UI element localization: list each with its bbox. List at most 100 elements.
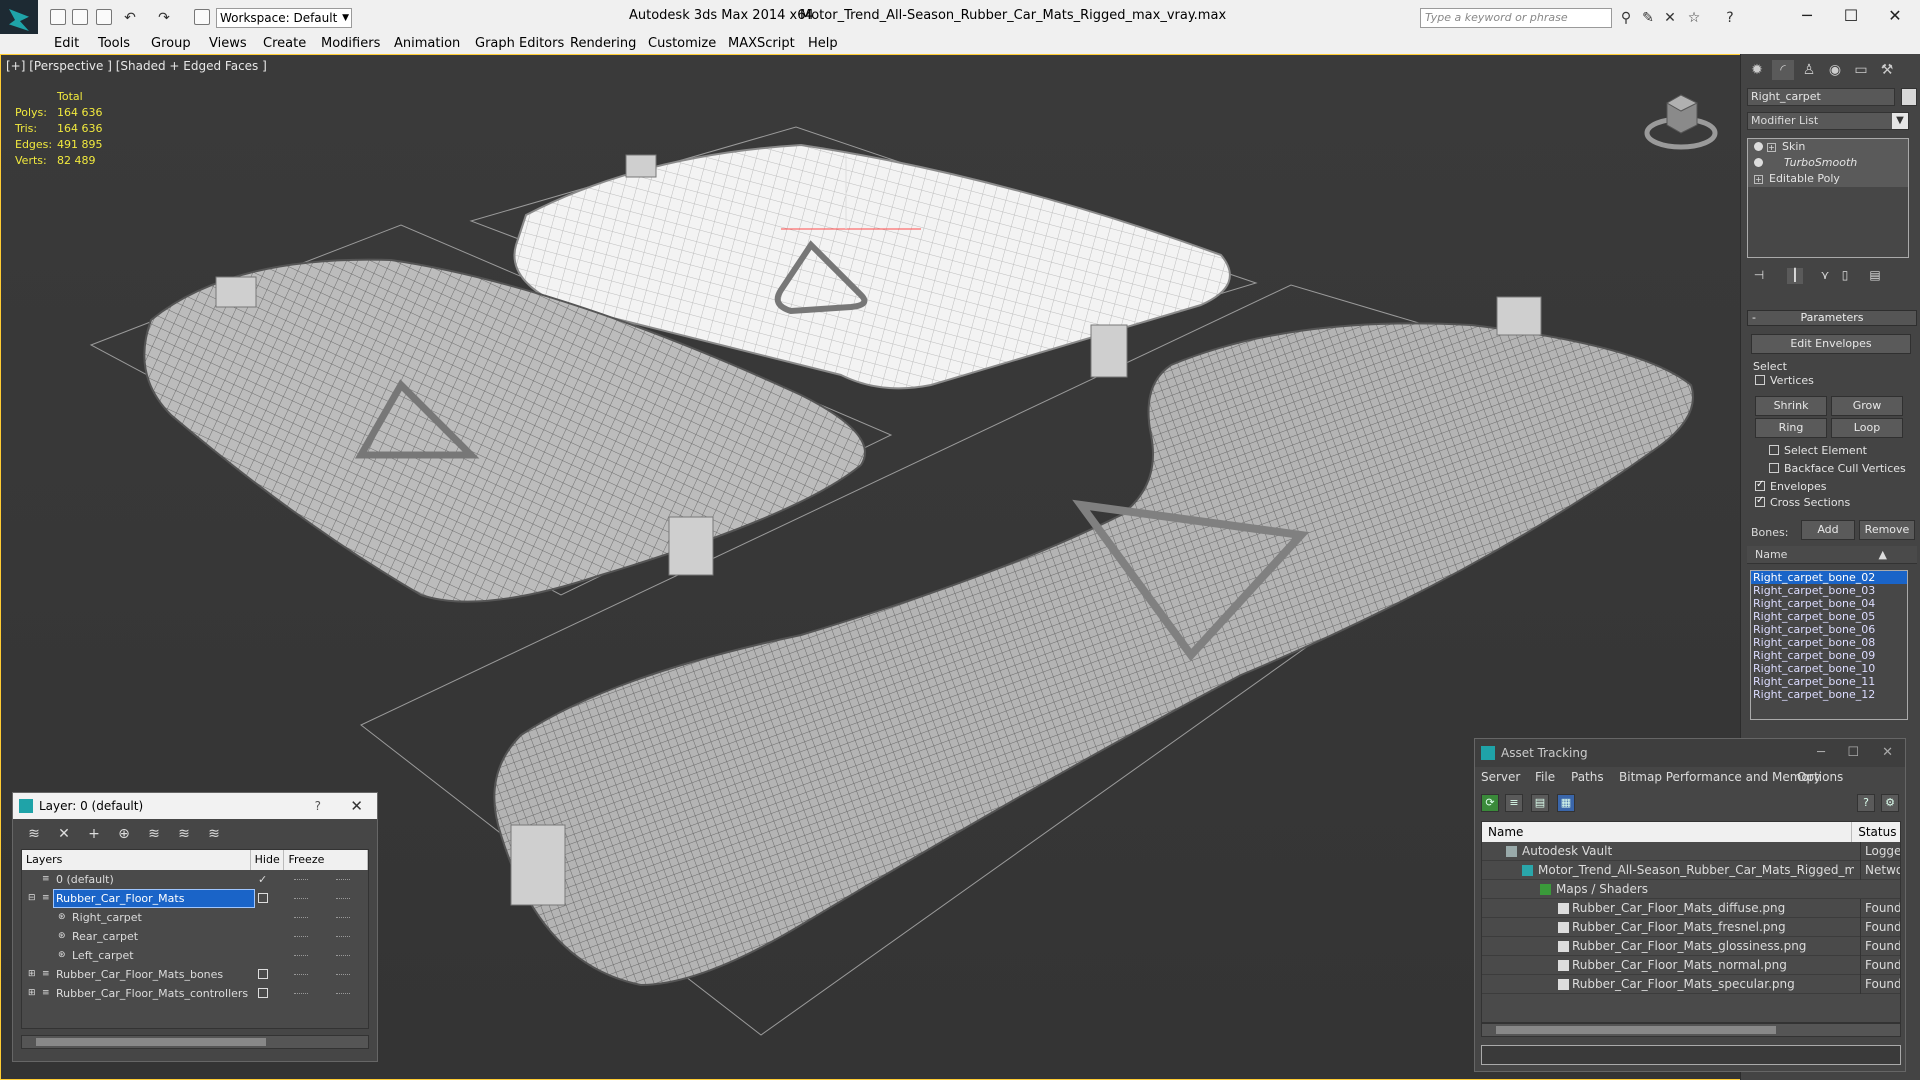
lightbulb-icon[interactable] xyxy=(1754,158,1763,167)
show-end-result-icon[interactable]: ┃ xyxy=(1787,268,1803,284)
freeze-toggle[interactable] xyxy=(336,898,350,899)
bone-item[interactable]: Right_carpet_bone_04 xyxy=(1751,597,1907,610)
checkbox-box[interactable] xyxy=(1755,375,1765,385)
help-icon[interactable]: ? xyxy=(1857,794,1875,812)
expand-icon[interactable]: ⊞ xyxy=(28,969,38,979)
viewport-label[interactable]: [+] [Perspective ] [Shaded + Edged Faces… xyxy=(6,59,267,73)
layer-name[interactable]: Rubber_Car_Floor_Mats xyxy=(53,889,255,908)
help-icon[interactable]: ? xyxy=(1722,10,1738,26)
close-icon[interactable]: ✕ xyxy=(1882,739,1893,767)
bone-item[interactable]: Right_carpet_bone_05 xyxy=(1751,610,1907,623)
close-icon[interactable]: ✕ xyxy=(350,793,363,819)
edit-envelopes-button[interactable]: Edit Envelopes xyxy=(1751,334,1911,354)
cross-sections-checkbox[interactable]: Cross Sections xyxy=(1755,495,1850,509)
binoculars-icon[interactable]: ⚲ xyxy=(1618,10,1634,26)
asset-menu-paths[interactable]: Paths xyxy=(1571,770,1604,784)
list-view-icon[interactable]: ≡ xyxy=(1505,794,1523,812)
object-color-swatch[interactable] xyxy=(1901,88,1917,106)
layer-name[interactable]: Rear_carpet xyxy=(70,928,142,945)
lightbulb-icon[interactable] xyxy=(1754,142,1763,151)
select-objects-icon[interactable]: ⊕ xyxy=(115,825,133,843)
grow-button[interactable]: Grow xyxy=(1831,396,1903,416)
expand-icon[interactable]: ⊞ xyxy=(28,988,38,998)
backface-cull-checkbox[interactable]: Backface Cull Vertices xyxy=(1769,462,1906,475)
modify-tab-icon[interactable]: ◜ xyxy=(1772,60,1794,80)
asset-menu-options[interactable]: Options xyxy=(1797,770,1843,784)
bone-item[interactable]: Right_carpet_bone_09 xyxy=(1751,649,1907,662)
layer-row[interactable]: ⊞ ≡ Rubber_Car_Floor_Mats_bones xyxy=(22,965,368,984)
utilities-tab-icon[interactable]: ⚒ xyxy=(1876,60,1898,80)
minimize-button[interactable]: ─ xyxy=(1792,4,1822,28)
search-input[interactable]: Type a keyword or phrase xyxy=(1420,8,1612,28)
table-view-icon[interactable]: ▦ xyxy=(1557,794,1575,812)
bone-item[interactable]: Right_carpet_bone_02 xyxy=(1751,571,1907,584)
checkbox-box[interactable] xyxy=(1755,479,1765,491)
bone-item[interactable]: Right_carpet_bone_10 xyxy=(1751,662,1907,675)
asset-row[interactable]: Rubber_Car_Floor_Mats_fresnel.png Found xyxy=(1482,918,1900,937)
asset-path-field[interactable] xyxy=(1481,1045,1901,1065)
menu-edit[interactable]: Edit xyxy=(54,36,79,51)
bone-item[interactable]: Right_carpet_bone_12 xyxy=(1751,688,1907,701)
layer-row[interactable]: ⊛ Left_carpet xyxy=(22,946,368,965)
tree-view-icon[interactable]: ▤ xyxy=(1531,794,1549,812)
shrink-button[interactable]: Shrink xyxy=(1755,396,1827,416)
hierarchy-tab-icon[interactable]: ♙ xyxy=(1798,60,1820,80)
checkbox-box[interactable] xyxy=(1769,445,1779,455)
hide-checkbox[interactable] xyxy=(258,988,268,998)
layer-name[interactable]: Rubber_Car_Floor_Mats_bones xyxy=(54,966,227,983)
open-file-icon[interactable] xyxy=(72,9,88,25)
asset-window-titlebar[interactable]: Asset Tracking ─ ☐ ✕ xyxy=(1475,739,1905,767)
configure-sets-icon[interactable]: ▤ xyxy=(1867,268,1883,284)
checkmark-icon[interactable]: ✓ xyxy=(258,870,267,889)
redo-icon[interactable]: ↷ xyxy=(156,10,172,26)
undo-icon[interactable]: ↶ xyxy=(122,10,138,26)
settings-icon[interactable]: ⚙ xyxy=(1881,794,1899,812)
layer-row[interactable]: ⊞ ≡ Rubber_Car_Floor_Mats_controllers xyxy=(22,984,368,1003)
hide-toggle[interactable] xyxy=(294,879,308,880)
freeze-toggle[interactable] xyxy=(336,974,350,975)
bone-item[interactable]: Right_carpet_bone_11 xyxy=(1751,675,1907,688)
hide-toggle[interactable] xyxy=(294,974,308,975)
menu-animation[interactable]: Animation xyxy=(394,36,460,51)
hide-toggle[interactable] xyxy=(294,993,308,994)
asset-row[interactable]: Autodesk Vault Logged Out xyxy=(1482,842,1900,861)
display-tab-icon[interactable]: ▭ xyxy=(1850,60,1872,80)
layer-name[interactable]: 0 (default) xyxy=(54,871,118,888)
freeze-toggle[interactable] xyxy=(336,917,350,918)
scrollbar-thumb[interactable] xyxy=(1496,1026,1776,1034)
maximize-button[interactable]: ☐ xyxy=(1847,739,1859,767)
parameters-rollout[interactable]: - Parameters xyxy=(1747,310,1917,326)
horizontal-scrollbar[interactable] xyxy=(1481,1023,1901,1037)
stack-item-editable-poly[interactable]: + Editable Poly xyxy=(1748,171,1908,187)
menu-help[interactable]: Help xyxy=(808,36,838,51)
menu-rendering[interactable]: Rendering xyxy=(570,36,636,51)
ring-button[interactable]: Ring xyxy=(1755,418,1827,438)
select-element-checkbox[interactable]: Select Element xyxy=(1769,444,1867,457)
hide-checkbox[interactable] xyxy=(258,893,268,903)
menu-create[interactable]: Create xyxy=(263,36,306,51)
layer-row[interactable]: ≡ 0 (default) ✓ xyxy=(22,870,368,889)
hide-toggle[interactable] xyxy=(294,955,308,956)
horizontal-scrollbar[interactable] xyxy=(21,1035,369,1049)
bone-item[interactable]: Right_carpet_bone_03 xyxy=(1751,584,1907,597)
minimize-button[interactable]: ─ xyxy=(1817,739,1825,767)
delete-layer-icon[interactable]: ✕ xyxy=(55,825,73,843)
add-to-layer-icon[interactable]: + xyxy=(85,825,103,843)
asset-menu-bitmap[interactable]: Bitmap Performance and Memory xyxy=(1619,770,1821,784)
name-column-header[interactable]: Name xyxy=(1482,822,1853,842)
subscription-icon[interactable]: ✎ xyxy=(1640,10,1656,26)
asset-row[interactable]: Rubber_Car_Floor_Mats_normal.png Found xyxy=(1482,956,1900,975)
make-unique-icon[interactable]: ⋎ xyxy=(1817,268,1833,284)
hide-toggle[interactable] xyxy=(294,917,308,918)
asset-row[interactable]: Rubber_Car_Floor_Mats_specular.png Found xyxy=(1482,975,1900,994)
sort-ascending-icon[interactable]: ▲ xyxy=(1879,546,1887,564)
layer-row[interactable]: ⊛ Right_carpet xyxy=(22,908,368,927)
layers-column-header[interactable]: Layers xyxy=(22,850,251,870)
pin-stack-icon[interactable]: ⊣ xyxy=(1751,268,1767,284)
close-button[interactable]: ✕ xyxy=(1880,4,1910,28)
expand-icon[interactable]: + xyxy=(1767,143,1776,152)
remove-modifier-icon[interactable]: ▯ xyxy=(1837,268,1853,284)
stack-item-skin[interactable]: + Skin xyxy=(1748,139,1908,155)
save-file-icon[interactable] xyxy=(96,9,112,25)
envelopes-checkbox[interactable]: Envelopes xyxy=(1755,479,1826,493)
